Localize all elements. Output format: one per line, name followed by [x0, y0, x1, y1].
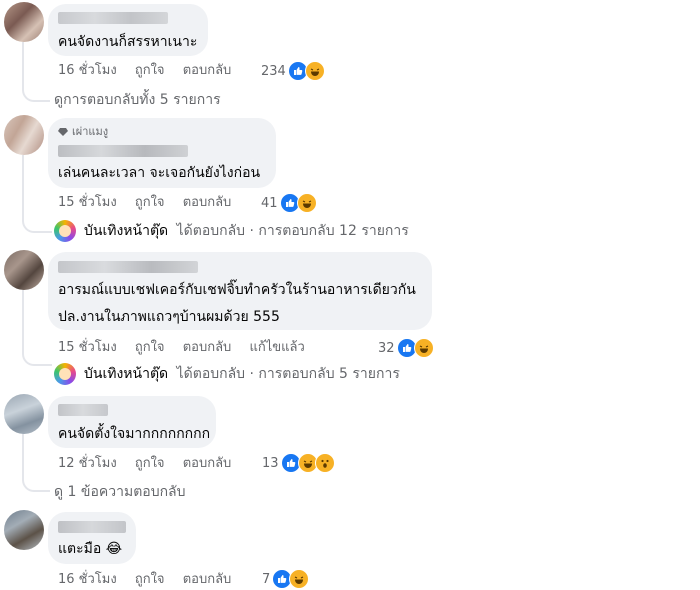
comment-time[interactable]: 16 ชั่วโมง: [58, 572, 117, 587]
thread-elbow: [22, 348, 52, 366]
thread-line: [22, 155, 24, 217]
comment-time[interactable]: 15 ชั่วโมง: [58, 195, 117, 210]
commenter-avatar[interactable]: [4, 115, 44, 155]
comment-text: ปล.งานในภาพแถวๆบ้านผมด้วย 555: [58, 309, 280, 325]
reply-button[interactable]: ตอบกลับ: [183, 63, 232, 78]
reply-button[interactable]: ตอบกลับ: [183, 340, 232, 355]
reply-button[interactable]: ตอบกลับ: [183, 456, 232, 471]
wow-reaction-icon: [314, 453, 335, 473]
comment-meta: 15 ชั่วโมง ถูกใจ ตอบกลับ: [58, 195, 231, 211]
reply-preview[interactable]: บันเทิงหน้าตุ๊ด ได้ตอบกลับ · การตอบกลับ …: [84, 222, 409, 240]
haha-reaction-icon: [304, 61, 325, 81]
reply-author[interactable]: บันเทิงหน้าตุ๊ด: [84, 223, 168, 239]
comment-text: คนจัดตั้งใจมากกกกกกกก: [58, 426, 211, 442]
thread-line: [22, 288, 24, 350]
comment-time[interactable]: 15 ชั่วโมง: [58, 340, 117, 355]
commenter-name-blurred[interactable]: [58, 521, 126, 533]
reply-summary: ได้ตอบกลับ · การตอบกลับ 12 รายการ: [176, 223, 409, 239]
comment-text: คนจัดงานก็สรรหาเนาะ: [58, 34, 198, 50]
commenter-name-blurred[interactable]: [58, 145, 188, 157]
comment-text: อารมณ์แบบเชฟเคอร์กับเชฟจิ๊บทำครัวในร้านอ…: [58, 282, 416, 298]
comment-meta: 15 ชั่วโมง ถูกใจ ตอบกลับ แก้ไขแล้ว: [58, 340, 305, 356]
edited-label[interactable]: แก้ไขแล้ว: [249, 340, 304, 355]
commenter-avatar[interactable]: [4, 2, 44, 42]
reaction-count: 41: [261, 195, 278, 211]
like-button[interactable]: ถูกใจ: [135, 456, 165, 471]
commenter-avatar[interactable]: [4, 510, 44, 550]
page-avatar[interactable]: [54, 220, 76, 242]
commenter-name-blurred[interactable]: [58, 404, 108, 416]
comment-time[interactable]: 16 ชั่วโมง: [58, 63, 117, 78]
like-button[interactable]: ถูกใจ: [135, 63, 165, 78]
diamond-icon: [58, 128, 68, 136]
comment-meta: 16 ชั่วโมง ถูกใจ ตอบกลับ: [58, 572, 231, 588]
haha-reaction-icon: [296, 193, 317, 213]
like-button[interactable]: ถูกใจ: [135, 340, 165, 355]
comment-bubble: อารมณ์แบบเชฟเคอร์กับเชฟจิ๊บทำครัวในร้านอ…: [48, 252, 432, 330]
reaction-summary[interactable]: 41: [261, 193, 317, 213]
reply-preview[interactable]: บันเทิงหน้าตุ๊ด ได้ตอบกลับ · การตอบกลับ …: [84, 365, 400, 383]
comment-meta: 16 ชั่วโมง ถูกใจ ตอบกลับ: [58, 63, 231, 79]
reaction-count: 234: [261, 63, 286, 79]
reaction-count: 13: [262, 455, 279, 471]
view-replies-link[interactable]: ดู 1 ข้อความตอบกลับ: [54, 483, 186, 501]
reply-button[interactable]: ตอบกลับ: [183, 572, 232, 587]
page-avatar[interactable]: [54, 363, 76, 385]
comment-time[interactable]: 12 ชั่วโมง: [58, 456, 117, 471]
like-button[interactable]: ถูกใจ: [135, 195, 165, 210]
comment-bubble: เผ่าแมงู เล่นคนละเวลา จะเจอกันยังไงก่อน: [48, 118, 276, 188]
comment-bubble: คนจัดตั้งใจมากกกกกกกก: [48, 396, 216, 448]
reaction-summary[interactable]: 7: [262, 569, 310, 589]
view-replies-link[interactable]: ดูการตอบกลับทั้ง 5 รายการ: [54, 91, 221, 109]
reaction-count: 32: [378, 340, 395, 356]
commenter-name-blurred[interactable]: [58, 261, 198, 273]
reaction-summary[interactable]: 234: [261, 61, 325, 81]
comment-bubble: คนจัดงานก็สรรหาเนาะ: [48, 4, 208, 56]
reply-author[interactable]: บันเทิงหน้าตุ๊ด: [84, 366, 168, 382]
reply-button[interactable]: ตอบกลับ: [183, 195, 232, 210]
thread-elbow: [22, 472, 50, 492]
thread-line: [22, 432, 24, 474]
comment-meta: 12 ชั่วโมง ถูกใจ ตอบกลับ: [58, 456, 231, 472]
member-badge: เผ่าแมงู: [58, 125, 108, 139]
like-button[interactable]: ถูกใจ: [135, 572, 165, 587]
comment-text: แตะมือ 😂: [58, 541, 123, 557]
thread-elbow: [22, 86, 50, 102]
reply-summary: ได้ตอบกลับ · การตอบกลับ 5 รายการ: [176, 366, 400, 382]
commenter-name-blurred[interactable]: [58, 12, 168, 24]
comment-bubble: แตะมือ 😂: [48, 512, 136, 564]
haha-reaction-icon: [413, 338, 434, 358]
reaction-count: 7: [262, 571, 271, 587]
thread-elbow: [22, 215, 52, 233]
commenter-avatar[interactable]: [4, 394, 44, 434]
haha-reaction-icon: [289, 569, 310, 589]
thread-line: [22, 42, 24, 88]
comment-text: เล่นคนละเวลา จะเจอกันยังไงก่อน: [58, 165, 261, 181]
reaction-summary[interactable]: 13: [262, 453, 335, 473]
reaction-summary[interactable]: 32: [378, 338, 434, 358]
commenter-avatar[interactable]: [4, 250, 44, 290]
